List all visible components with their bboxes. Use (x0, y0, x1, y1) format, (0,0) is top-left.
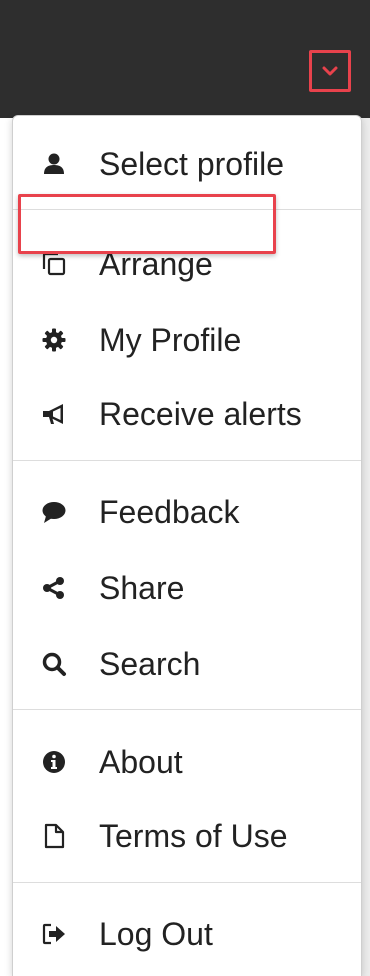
menu-item-label: Search (99, 646, 201, 682)
menu-item-terms-of-use[interactable]: Terms of Use (13, 806, 361, 866)
gear-icon (39, 325, 69, 355)
chevron-down-icon (322, 66, 338, 76)
menu-item-label: My Profile (99, 322, 242, 358)
menu-item-label: Receive alerts (99, 396, 302, 432)
menu-item-log-out[interactable]: Log Out (13, 904, 361, 964)
menu-item-label: Share (99, 570, 185, 606)
sign-out-icon (39, 919, 69, 949)
menu-divider (13, 882, 361, 883)
comment-icon (39, 497, 69, 527)
menu-item-feedback[interactable]: Feedback (13, 482, 361, 542)
highlight-box (18, 194, 276, 254)
menu-toggle-button[interactable] (309, 50, 351, 92)
share-icon (39, 573, 69, 603)
menu-item-label: Feedback (99, 494, 240, 530)
page-background-strip (362, 118, 370, 976)
menu-item-label: Select profile (99, 146, 284, 182)
top-bar (0, 0, 370, 118)
menu-item-label: About (99, 744, 183, 780)
menu-item-label: Log Out (99, 916, 213, 952)
search-icon (39, 649, 69, 679)
megaphone-icon (39, 399, 69, 429)
file-icon (39, 821, 69, 851)
menu-item-search[interactable]: Search (13, 634, 361, 694)
menu-divider (13, 460, 361, 461)
user-icon (39, 149, 69, 179)
menu-item-about[interactable]: About (13, 732, 361, 792)
menu-item-select-profile[interactable]: Select profile (13, 134, 361, 194)
menu-item-my-profile[interactable]: My Profile (13, 310, 361, 370)
menu-divider (13, 709, 361, 710)
menu-item-label: Terms of Use (99, 818, 288, 854)
info-icon (39, 747, 69, 777)
menu-item-share[interactable]: Share (13, 558, 361, 618)
menu-item-receive-alerts[interactable]: Receive alerts (13, 384, 361, 444)
